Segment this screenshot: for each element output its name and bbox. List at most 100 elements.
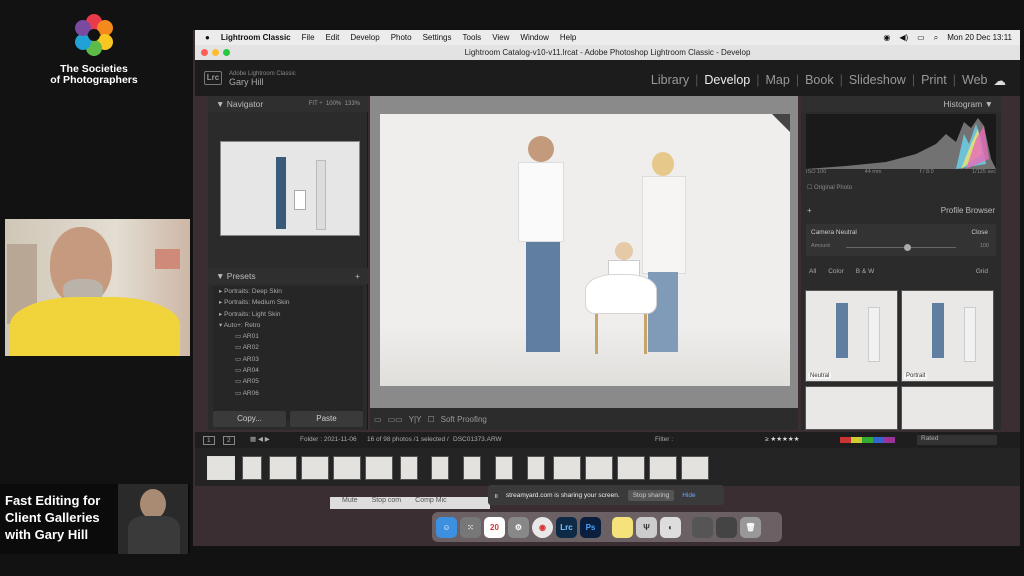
filmstrip-thumb[interactable] xyxy=(617,456,645,480)
preset-group-item[interactable]: ▸ Portraits: Deep Skin xyxy=(213,286,363,297)
preset-item[interactable]: ▭ AR01 xyxy=(213,331,363,342)
menu-photo[interactable]: Photo xyxy=(391,33,412,42)
module-develop[interactable]: Develop xyxy=(704,73,750,88)
presets-header[interactable]: ▼ Presets + xyxy=(208,268,368,284)
navigator-header[interactable]: ▼ Navigator FIT ÷ 100% 133% xyxy=(208,96,368,112)
filmstrip-thumb[interactable] xyxy=(207,456,235,480)
cloud-icon[interactable]: ☁ xyxy=(994,73,1007,88)
nav-133[interactable]: 133% xyxy=(345,101,360,107)
filmstrip-thumb[interactable] xyxy=(242,456,262,480)
main-photo[interactable] xyxy=(380,114,790,386)
profile-thumb[interactable] xyxy=(901,386,994,430)
comp-mic-button[interactable]: Comp Mic xyxy=(415,497,447,509)
preset-group-item[interactable]: ▸ Portraits: Light Skin xyxy=(213,309,363,320)
preset-group-item[interactable]: ▸ Portraits: Medium Skin xyxy=(213,297,363,308)
downloads-icon[interactable] xyxy=(716,516,737,538)
before-after-icon[interactable]: Y|Y xyxy=(409,415,422,424)
close-button[interactable]: Close xyxy=(971,229,988,236)
photoshop-icon[interactable]: Ps xyxy=(580,516,601,538)
search-icon[interactable]: ⌕ xyxy=(934,33,938,43)
add-profile-icon[interactable]: + xyxy=(807,204,812,218)
add-preset-icon[interactable]: + xyxy=(355,268,360,284)
minimize-window-icon[interactable] xyxy=(212,49,219,56)
filmstrip-thumb[interactable] xyxy=(681,456,709,480)
module-book[interactable]: Book xyxy=(805,73,834,88)
preview-icon[interactable]: Ψ xyxy=(636,516,657,538)
filmstrip-thumb[interactable] xyxy=(301,456,329,480)
menu-tools[interactable]: Tools xyxy=(463,33,482,42)
copy-button[interactable]: Copy... xyxy=(213,411,286,427)
profile-thumb[interactable] xyxy=(805,386,898,430)
filmstrip-thumb[interactable] xyxy=(365,456,393,480)
grid-view-icon[interactable]: ▦ ◀ ▶ xyxy=(250,435,270,443)
menu-view[interactable]: View xyxy=(492,33,509,42)
filter-color[interactable]: Color xyxy=(828,268,844,282)
preset-item[interactable]: ▭ AR03 xyxy=(213,354,363,365)
filmstrip-thumb[interactable] xyxy=(333,456,361,480)
preset-item[interactable]: ▭ AR02 xyxy=(213,342,363,353)
histogram-header[interactable]: Histogram ▼ xyxy=(801,96,1001,112)
app-icon[interactable]: ◐ xyxy=(660,516,681,538)
grid-dropdown[interactable]: Grid xyxy=(976,268,988,282)
histogram[interactable] xyxy=(806,114,996,169)
amount-slider[interactable] xyxy=(846,247,956,248)
menu-file[interactable]: File xyxy=(302,33,315,42)
profile-thumb-portrait[interactable]: Portrait xyxy=(901,290,994,382)
mute-button[interactable]: Mute xyxy=(342,497,358,509)
menu-app-name[interactable]: Lightroom Classic xyxy=(221,33,291,42)
calendar-icon[interactable]: 20 xyxy=(484,516,505,538)
original-photo-toggle[interactable]: ☐ Original Photo xyxy=(807,184,852,191)
module-map[interactable]: Map xyxy=(766,73,790,88)
apple-icon[interactable]: ● xyxy=(205,33,210,42)
wifi-icon[interactable]: ◉ xyxy=(883,33,890,43)
system-preferences-icon[interactable]: ⚙ xyxy=(508,516,529,538)
profile-thumb-neutral[interactable]: Neutral xyxy=(805,290,898,382)
compare-view-icon[interactable]: ▭▭ xyxy=(388,415,403,424)
navigator-preview[interactable] xyxy=(220,141,360,236)
nav-100[interactable]: 100% xyxy=(326,101,341,107)
selected-file[interactable]: DSC01373.ARW xyxy=(453,436,502,443)
trash-icon[interactable]: 🗑 xyxy=(740,516,761,538)
filmstrip-thumb[interactable] xyxy=(585,456,613,480)
preset-item[interactable]: ▭ AR05 xyxy=(213,376,363,387)
filmstrip-thumb[interactable] xyxy=(649,456,677,480)
module-slideshow[interactable]: Slideshow xyxy=(849,73,906,88)
clock[interactable]: Mon 20 Dec 13:11 xyxy=(947,33,1012,43)
filmstrip-thumb[interactable] xyxy=(431,456,449,480)
filmstrip-thumb[interactable] xyxy=(400,456,418,480)
loupe-view-icon[interactable]: ▭ xyxy=(374,415,382,424)
star-rating-filter[interactable]: ≥ ★★★★★ xyxy=(765,435,800,443)
lightroom-icon[interactable]: Lrc xyxy=(556,516,577,538)
color-label-filter[interactable] xyxy=(840,437,895,443)
notes-icon[interactable] xyxy=(612,516,633,538)
filmstrip-thumb[interactable] xyxy=(269,456,297,480)
documents-icon[interactable] xyxy=(692,516,713,538)
menu-edit[interactable]: Edit xyxy=(326,33,340,42)
amount-slider-thumb[interactable] xyxy=(904,244,911,251)
battery-icon[interactable]: ▭ xyxy=(917,33,925,43)
page-2-button[interactable]: 2 xyxy=(223,436,235,445)
filter-bw[interactable]: B & W xyxy=(856,268,874,282)
module-print[interactable]: Print xyxy=(921,73,947,88)
stop-button[interactable]: Stop com xyxy=(372,497,402,509)
menu-help[interactable]: Help xyxy=(560,33,576,42)
paste-button[interactable]: Paste xyxy=(290,411,363,427)
page-1-button[interactable]: 1 xyxy=(203,436,215,445)
finder-icon[interactable]: ☺ xyxy=(436,516,457,538)
rated-dropdown[interactable]: Rated xyxy=(917,435,997,445)
chrome-icon[interactable]: ◉ xyxy=(532,516,553,538)
folder-source[interactable]: Folder : 2021-11-06 xyxy=(300,436,357,443)
preset-item[interactable]: ▭ AR04 xyxy=(213,365,363,376)
filmstrip-thumb[interactable] xyxy=(495,456,513,480)
close-window-icon[interactable] xyxy=(201,49,208,56)
menu-settings[interactable]: Settings xyxy=(423,33,452,42)
volume-icon[interactable]: ◀) xyxy=(899,33,908,43)
menu-develop[interactable]: Develop xyxy=(350,33,379,42)
soft-proofing-checkbox[interactable]: ☐ xyxy=(427,415,434,424)
preset-item[interactable]: ▭ AR06 xyxy=(213,388,363,399)
filmstrip-thumb[interactable] xyxy=(463,456,481,480)
menu-window[interactable]: Window xyxy=(520,33,548,42)
hide-button[interactable]: Hide xyxy=(682,492,695,499)
stop-sharing-button[interactable]: Stop sharing xyxy=(627,489,675,501)
filmstrip-thumb[interactable] xyxy=(553,456,581,480)
